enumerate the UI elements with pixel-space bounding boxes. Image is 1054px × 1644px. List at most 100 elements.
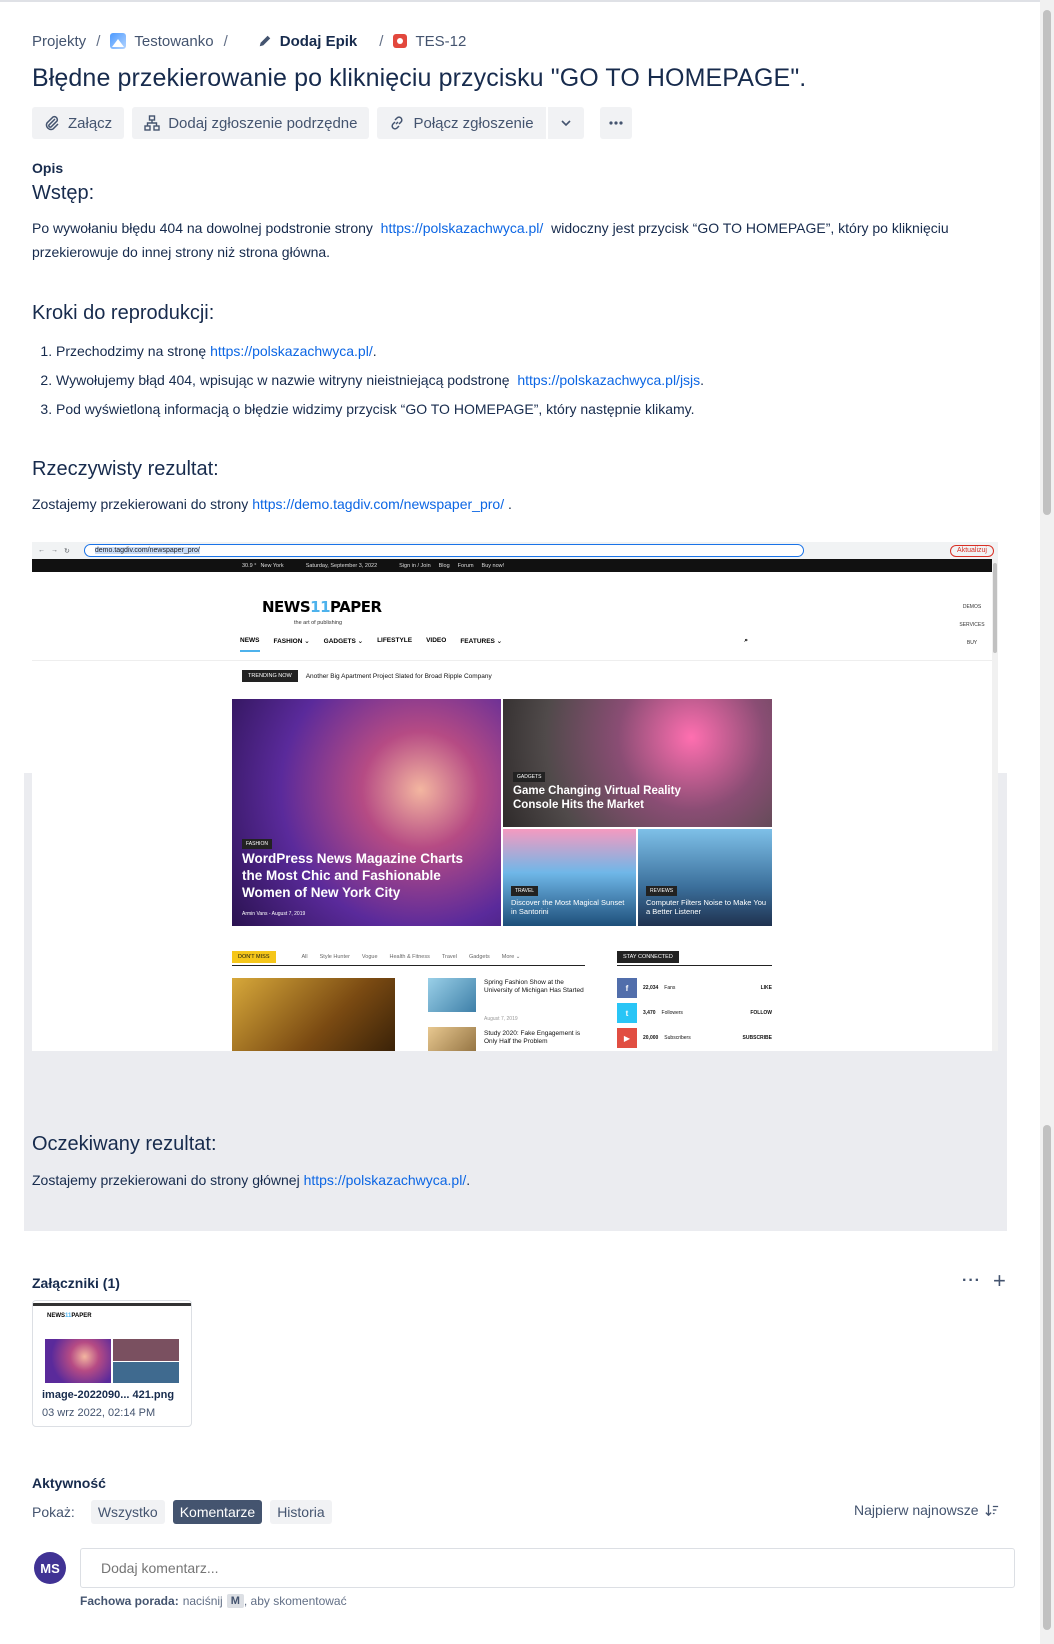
actual-result-heading: Rzeczywisty rezultat:: [32, 458, 219, 480]
tile-tag: GADGETS: [513, 772, 546, 782]
steps-heading: Kroki do reprodukcji:: [32, 302, 215, 324]
attachments-heading: Załączniki (1): [32, 1275, 120, 1291]
nav-item: VIDEO: [426, 637, 447, 644]
forward-icon: →: [51, 547, 58, 554]
intro-link[interactable]: https://polskazachwyca.pl/: [381, 220, 544, 236]
link-issue-dropdown-button[interactable]: [547, 107, 584, 139]
add-child-issue-button[interactable]: Dodaj zgłoszenie podrzędne: [132, 107, 370, 139]
link-issue-button[interactable]: Połącz zgłoszenie: [377, 107, 546, 139]
attachment-card[interactable]: NEWS11PAPER image-2022090... 421.png 03 …: [32, 1300, 192, 1427]
attachment-name: image-2022090... 421.png: [42, 1389, 175, 1401]
comment-tip: Fachowa porada: naciśnij M , aby skoment…: [80, 1594, 347, 1608]
add-child-label: Dodaj zgłoszenie podrzędne: [168, 114, 358, 132]
attach-label: Załącz: [68, 114, 113, 132]
tip-text: , aby skomentować: [243, 1594, 347, 1608]
stay-connected-bar: STAY CONNECTED: [617, 951, 772, 966]
intro-text-2: widoczny jest przycisk “GO TO HOMEPAGE”,…: [551, 220, 949, 236]
step-link[interactable]: https://polskazachwyca.pl/jsjs: [517, 372, 700, 388]
embedded-screenshot[interactable]: ← → ↻ demo.tagdiv.com/newspaper_pro/ Akt…: [32, 542, 998, 1051]
add-attachment-icon[interactable]: +: [993, 1268, 1006, 1294]
dont-miss-bar: DON'T MISS All Style Hunter Vogue Health…: [232, 951, 585, 966]
social-unit: Fans: [664, 985, 676, 991]
preview-image: [45, 1339, 111, 1383]
vr-tile: GADGETS Game Changing Virtual Reality Co…: [503, 699, 772, 827]
expected-link[interactable]: https://polskazachwyca.pl/: [304, 1172, 467, 1188]
dm-tab: Travel: [441, 954, 457, 960]
chevron-down-icon: [560, 120, 571, 127]
social-action: SUBSCRIBE: [742, 1035, 772, 1041]
issue-title[interactable]: Błędne przekierowanie po kliknięciu przy…: [32, 64, 806, 93]
dm-tab: More ⌄: [501, 954, 521, 960]
expected-text: Zostajemy przekierowani do strony główne…: [32, 1172, 300, 1188]
expected-result-paragraph: Zostajemy przekierowani do strony główne…: [32, 1172, 471, 1188]
breadcrumb-projects[interactable]: Projekty: [32, 33, 86, 50]
scrollbar-thumb[interactable]: [1043, 1125, 1051, 1630]
link-issue-group: Połącz zgłoszenie: [377, 107, 584, 139]
dm-tab: Gadgets: [468, 954, 490, 960]
top-border: [0, 0, 1054, 2]
attachment-preview: NEWS11PAPER: [33, 1301, 191, 1383]
dm-tab: All: [301, 954, 308, 960]
issue-actions: Załącz Dodaj zgłoszenie podrzędne Połącz…: [32, 107, 632, 139]
stay-connected-label: STAY CONNECTED: [617, 951, 679, 963]
travel-tile: TRAVEL Discover the Most Magical Sunset …: [503, 829, 636, 926]
dont-miss-image: [232, 978, 395, 1051]
actual-text: Zostajemy przekierowani do strony: [32, 496, 249, 512]
address-bar: demo.tagdiv.com/newspaper_pro/: [83, 544, 804, 557]
site-side-menu: DEMOS SERVICES BUY: [954, 598, 990, 652]
pencil-icon: [259, 35, 270, 47]
social-count: 3,470: [643, 1010, 656, 1016]
post-title: Spring Fashion Show at the University of…: [484, 979, 584, 995]
tile-tag: FASHION: [242, 839, 272, 849]
post-thumbnail: [428, 978, 476, 1012]
actual-link[interactable]: https://demo.tagdiv.com/newspaper_pro/: [252, 496, 504, 512]
sort-label: Najpierw najnowsze: [854, 1502, 979, 1518]
sort-button[interactable]: Najpierw najnowsze: [854, 1502, 999, 1518]
list-item: Przechodzimy na stronę https://polskazac…: [56, 337, 704, 366]
actual-result-paragraph: Zostajemy przekierowani do strony https:…: [32, 496, 512, 512]
scrollbar-thumb[interactable]: [1043, 10, 1051, 515]
preview-logo-left: NEWS: [47, 1313, 65, 1319]
topbar-item: New York: [260, 562, 284, 569]
page-scrollbar[interactable]: [1040, 0, 1054, 1644]
add-epic-label: Dodaj Epik: [279, 32, 358, 50]
trending-text: Another Big Apartment Project Slated for…: [305, 672, 492, 680]
tile-tag: REVIEWS: [646, 886, 678, 896]
intro-heading: Wstęp:: [32, 182, 95, 204]
tip-text: naciśnij: [182, 1594, 223, 1608]
breadcrumb-separator: /: [379, 32, 384, 50]
side-item: DEMOS: [962, 604, 982, 610]
social-row: t 3,470 Followers FOLLOW: [617, 1003, 772, 1023]
tab-comments[interactable]: Komentarze: [172, 1500, 263, 1524]
topbar-item: Blog: [438, 562, 450, 569]
dont-miss-label: DON'T MISS: [232, 951, 276, 963]
post-date: August 7, 2019: [484, 1016, 518, 1022]
trending-label: TRENDING NOW: [242, 670, 298, 682]
breadcrumb-issue[interactable]: TES-12: [393, 33, 466, 50]
social-unit: Followers: [661, 1010, 683, 1016]
activity-heading: Aktywność: [32, 1475, 106, 1491]
logo-right: PAPER: [330, 598, 382, 616]
tip-bold: Fachowa porada:: [80, 1594, 179, 1608]
nav-item: FEATURES ⌄: [460, 638, 503, 645]
post-title: Study 2020: Fake Engagement is Only Half…: [484, 1030, 581, 1046]
add-epic-button[interactable]: Dodaj Epik: [258, 32, 358, 50]
tab-all[interactable]: Wszystko: [90, 1500, 165, 1524]
tab-history[interactable]: Historia: [270, 1500, 332, 1524]
breadcrumb-project[interactable]: Testowanko: [110, 33, 214, 50]
avatar: MS: [34, 1552, 66, 1584]
more-actions-button[interactable]: [599, 107, 632, 139]
attachments-more-icon[interactable]: ···: [962, 1272, 981, 1290]
site-topbar: 30.9 ° New York Saturday, September 3, 2…: [32, 559, 998, 572]
tile-tag: TRAVEL: [511, 886, 539, 896]
attach-button[interactable]: Załącz: [32, 107, 125, 139]
logo-left: NEWS: [262, 598, 311, 616]
step-text: Przechodzimy na stronę: [56, 343, 207, 359]
comment-input[interactable]: [80, 1548, 1015, 1588]
post-thumbnail: [428, 1027, 476, 1051]
social-count: 22,034: [643, 985, 659, 991]
social-row: ▶ 20,000 Subscribers SUBSCRIBE: [617, 1028, 772, 1048]
tile-title: Discover the Most Magical Sunset in Sant…: [511, 898, 625, 917]
site-logo: NEWS11PAPER: [262, 598, 382, 616]
step-link[interactable]: https://polskazachwyca.pl/: [210, 343, 373, 359]
